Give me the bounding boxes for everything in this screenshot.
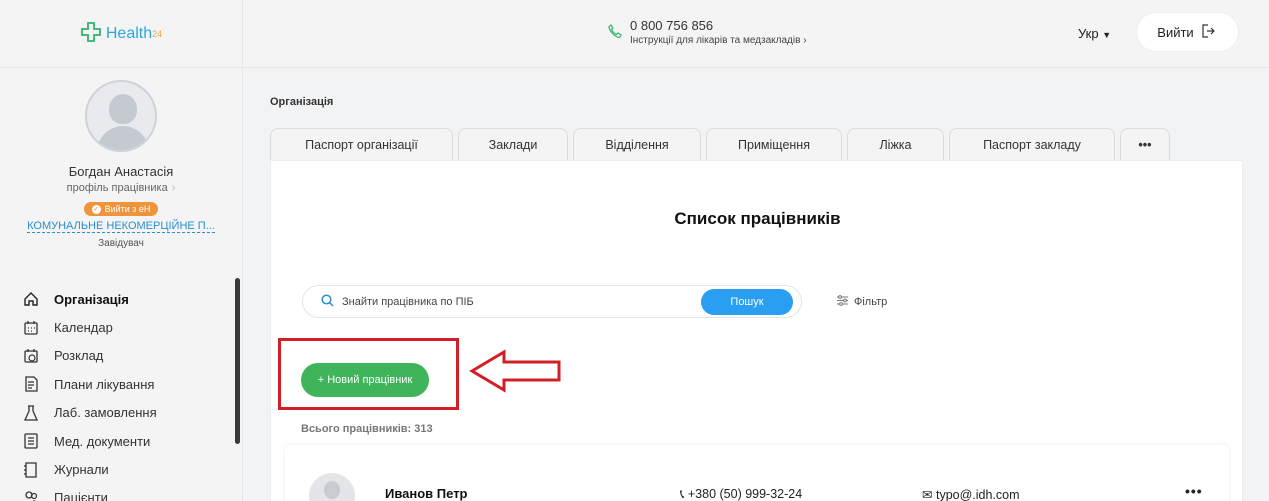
sidebar-item-schedule[interactable]: Розклад <box>22 342 157 370</box>
treatment-plan-icon <box>22 375 40 393</box>
profile-link[interactable]: профіль працівника › <box>0 182 242 194</box>
user-name: Богдан Анастасія <box>68 164 174 179</box>
mail-icon: ✉ <box>922 488 933 501</box>
tab-bar: Паспорт організації Заклади Відділення П… <box>270 128 1175 161</box>
document-icon <box>22 432 40 450</box>
journal-icon <box>22 461 40 479</box>
search-input[interactable] <box>342 295 702 308</box>
home-icon <box>22 290 40 308</box>
arrow-left-icon <box>469 349 561 393</box>
position-label: Завідувач <box>98 238 144 249</box>
patients-icon <box>22 489 40 501</box>
sidebar-item-lab-orders[interactable]: Лаб. замовлення <box>22 399 157 427</box>
tab-departments[interactable]: Відділення <box>573 128 701 161</box>
logout-button[interactable]: Вийти <box>1137 13 1238 51</box>
support-contact: 0 800 756 856 Інструкції для лікарів та … <box>608 18 807 46</box>
sidebar-scrollbar[interactable] <box>235 278 240 444</box>
sliders-icon <box>836 295 849 309</box>
sidebar-item-calendar[interactable]: Календар <box>22 313 157 341</box>
sidebar-item-treatment-plans[interactable]: Плани лікування <box>22 370 157 398</box>
more-options-button[interactable]: ••• <box>1185 483 1203 499</box>
chevron-right-icon: › <box>171 182 176 194</box>
search-bar: Пошук <box>302 285 802 318</box>
employee-avatar <box>309 473 355 501</box>
sidebar-menu: Організація Календар Розклад Плани лікув… <box>22 285 157 501</box>
language-select[interactable]: Укр ▼ <box>1078 26 1111 41</box>
profile: Богдан Анастасія профіль працівника › ✓ Ви… <box>0 68 242 249</box>
sidebar: Health 24 Богдан Анастасія профіль праців… <box>0 0 243 501</box>
phone-icon <box>608 23 622 41</box>
sidebar-item-patients[interactable]: Пацієнти <box>22 484 157 501</box>
tab-more[interactable]: ••• <box>1120 128 1170 161</box>
highlight-box <box>278 338 459 410</box>
employee-name[interactable]: Иванов Петр <box>385 486 468 501</box>
search-icon <box>321 293 334 310</box>
phone-icon: 📞︎ <box>680 487 685 501</box>
tab-beds[interactable]: Ліжка <box>847 128 944 161</box>
instructions-link[interactable]: Інструкції для лікарів та медзакладів › <box>630 35 807 46</box>
employees-total: Всього працівників: 313 <box>301 423 433 435</box>
logout-icon <box>1202 23 1218 41</box>
phone-number[interactable]: 0 800 756 856 <box>630 18 807 33</box>
sidebar-item-med-documents[interactable]: Мед. документи <box>22 427 157 455</box>
exit-eh-badge[interactable]: ✓ Вийти з еН <box>83 202 159 216</box>
calendar-icon <box>22 319 40 337</box>
logo-text: Health <box>105 24 153 42</box>
tab-organization-passport[interactable]: Паспорт організації <box>270 128 453 161</box>
schedule-icon <box>22 347 40 365</box>
health-cross-icon <box>80 21 102 47</box>
tab-facility-passport[interactable]: Паспорт закладу <box>949 128 1115 161</box>
logo[interactable]: Health 24 <box>0 0 242 68</box>
header: 0 800 756 856 Інструкції для лікарів та … <box>244 0 1269 68</box>
flask-icon <box>22 404 40 422</box>
breadcrumb: Організація <box>270 96 334 108</box>
avatar[interactable] <box>85 80 157 152</box>
filter-button[interactable]: Фільтр <box>836 295 887 309</box>
tab-rooms[interactable]: Приміщення <box>706 128 842 161</box>
tab-facilities[interactable]: Заклади <box>458 128 568 161</box>
logo-sup: 24 <box>152 28 163 39</box>
organization-link[interactable]: КОМУНАЛЬНЕ НЕКОМЕРЦІЙНЕ П... <box>27 220 215 233</box>
caret-down-icon: ▼ <box>1102 30 1112 40</box>
page-title: Список працівників <box>674 209 841 228</box>
employee-phone: 📞︎ +380 (50) 999-32-24 <box>680 487 803 501</box>
list-item[interactable]: Иванов Петр 📞︎ +380 (50) 999-32-24 ✉ typ… <box>285 445 1229 501</box>
sidebar-item-journals[interactable]: Журнали <box>22 455 157 483</box>
employee-email: ✉ typo@.idh.com <box>922 488 1020 501</box>
search-button[interactable]: Пошук <box>701 289 793 315</box>
sidebar-item-organization[interactable]: Організація <box>22 285 157 313</box>
check-icon: ✓ <box>91 204 101 214</box>
chevron-right-icon: › <box>803 35 807 46</box>
